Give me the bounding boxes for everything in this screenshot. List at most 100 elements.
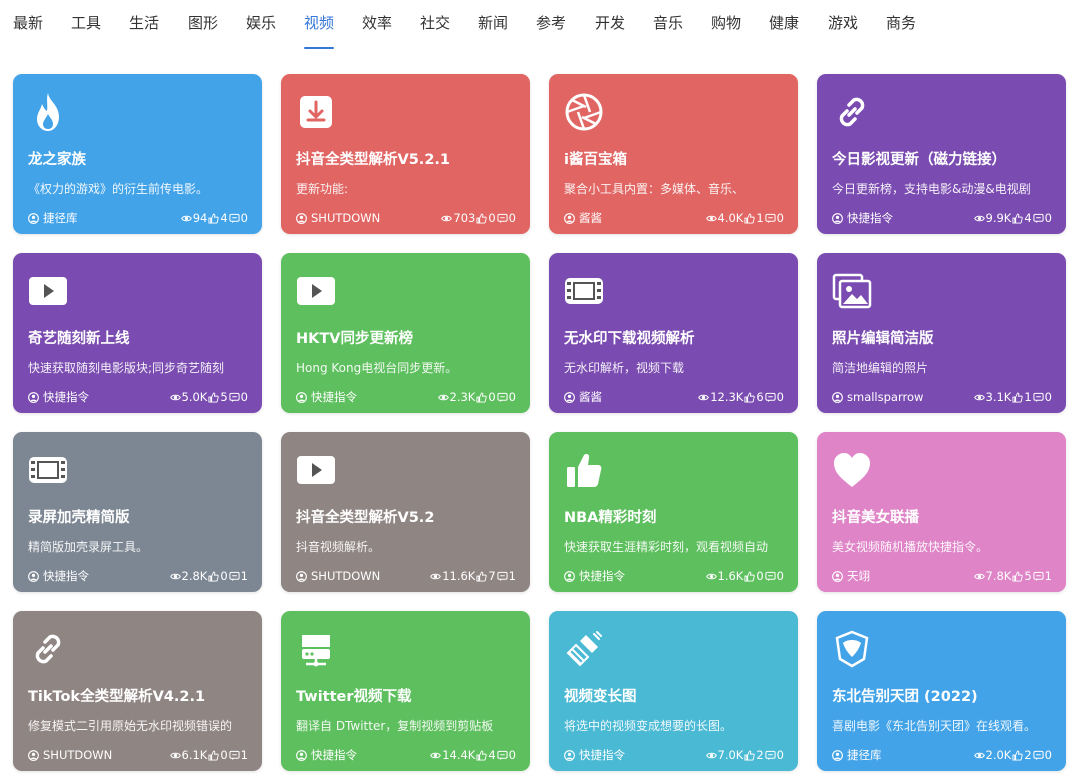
card-stats: 5.0K 5 0	[169, 390, 248, 404]
shortcut-card[interactable]: i酱百宝箱 聚合小工具内置：多媒体、音乐、 酱酱 4.0K 1 0	[549, 74, 798, 234]
author-name: SHUTDOWN	[311, 211, 381, 225]
card-author[interactable]: SHUTDOWN	[296, 211, 441, 225]
card-author[interactable]: 捷径库	[28, 210, 181, 226]
user-icon	[296, 212, 307, 224]
card-author[interactable]: 快捷指令	[28, 389, 170, 405]
eye-icon	[973, 750, 985, 761]
card-title: TikTok全类型解析V4.2.1	[28, 689, 206, 705]
card-title: 录屏加壳精简版	[28, 510, 130, 526]
thumbs-up-icon	[208, 750, 220, 761]
card-author[interactable]: 快捷指令	[296, 389, 438, 405]
shortcut-card[interactable]: 照片编辑简洁版 简洁地编辑的照片 smallsparrow 3.1K 1 0	[817, 253, 1066, 413]
tab-10[interactable]: 开发	[595, 12, 625, 33]
tab-3[interactable]: 图形	[188, 12, 218, 33]
view-count: 14.4K	[442, 748, 476, 762]
shortcut-card[interactable]: NBA精彩时刻 快速获取生涯精彩时刻，观看视频自动 快捷指令 1.6K 0 0	[549, 432, 798, 592]
tab-1[interactable]: 工具	[71, 12, 101, 33]
like-count: 0	[488, 390, 496, 404]
card-stats: 2.8K 0 1	[169, 569, 248, 583]
tab-4[interactable]: 娱乐	[246, 12, 276, 33]
comment-icon	[229, 213, 240, 224]
card-author[interactable]: 快捷指令	[564, 568, 706, 584]
comment-icon	[229, 571, 240, 582]
card-author[interactable]: 快捷指令	[28, 568, 170, 584]
comment-icon	[1033, 750, 1044, 761]
tab-11[interactable]: 音乐	[653, 12, 683, 33]
tab-6[interactable]: 效率	[362, 12, 392, 33]
user-icon	[564, 749, 575, 761]
eye-icon	[169, 571, 181, 582]
card-author[interactable]: 快捷指令	[296, 747, 430, 763]
tab-9[interactable]: 参考	[536, 12, 566, 33]
shortcut-card[interactable]: 奇艺随刻新上线 快速获取随刻电影版块;同步奇艺随刻 快捷指令 5.0K 5 0	[13, 253, 262, 413]
card-title: Twitter视频下载	[296, 689, 412, 705]
user-icon	[296, 749, 307, 761]
tab-8[interactable]: 新闻	[478, 12, 508, 33]
user-icon	[296, 391, 307, 403]
shortcut-card[interactable]: 龙之家族 《权力的游戏》的衍生前传电影。 捷径库 94 4 0	[13, 74, 262, 234]
card-title: HKTV同步更新榜	[296, 331, 413, 347]
user-icon	[28, 749, 39, 761]
author-name: 快捷指令	[43, 569, 89, 583]
shortcut-card[interactable]: TikTok全类型解析V4.2.1 修复模式二引用原始无水印视频错误的 SHUTDO…	[13, 611, 262, 771]
card-author[interactable]: 捷径库	[832, 747, 974, 763]
comment-count: 1	[1044, 569, 1052, 583]
card-footer: 捷径库 2.0K 2 0	[832, 747, 1052, 763]
tab-14[interactable]: 游戏	[828, 12, 858, 33]
card-description: 简洁地编辑的照片	[832, 361, 929, 375]
thumbs-up-icon	[744, 750, 756, 761]
card-description: 抖音视频解析。	[296, 540, 381, 554]
author-name: 酱酱	[579, 390, 602, 404]
card-footer: SHUTDOWN 11.6K 7 1	[296, 568, 516, 584]
like-count: 6	[756, 390, 764, 404]
like-count: 5	[1024, 569, 1032, 583]
card-author[interactable]: SHUTDOWN	[296, 569, 430, 583]
card-stats: 4.0K 1 0	[705, 211, 784, 225]
tab-0[interactable]: 最新	[13, 12, 43, 33]
active-tab-indicator	[304, 47, 334, 49]
user-icon	[832, 391, 843, 403]
user-icon	[832, 212, 843, 224]
shortcut-card[interactable]: 录屏加壳精简版 精简版加壳录屏工具。 快捷指令 2.8K 0 1	[13, 432, 262, 592]
play-icon	[295, 449, 337, 491]
view-count: 7.0K	[717, 748, 744, 762]
heart-icon	[831, 449, 873, 491]
shortcut-card[interactable]: 今日影视更新（磁力链接） 今日更新榜，支持电影&动漫&电视剧 快捷指令 9.9K 4 0	[817, 74, 1066, 234]
card-title: i酱百宝箱	[564, 152, 627, 168]
card-author[interactable]: 酱酱	[564, 389, 698, 405]
tab-2[interactable]: 生活	[129, 12, 159, 33]
card-footer: smallsparrow 3.1K 1 0	[832, 389, 1052, 405]
card-author[interactable]: 快捷指令	[832, 210, 974, 226]
tab-5[interactable]: 视频	[304, 12, 334, 33]
shortcut-card[interactable]: 视频变长图 将选中的视频变成想要的长图。 快捷指令 7.0K 2 0	[549, 611, 798, 771]
user-icon	[296, 570, 307, 582]
card-author[interactable]: SHUTDOWN	[28, 748, 170, 762]
shortcut-card[interactable]: HKTV同步更新榜 Hong Kong电视台同步更新。 快捷指令 2.3K 0 0	[281, 253, 530, 413]
tab-12[interactable]: 购物	[711, 12, 741, 33]
tab-7[interactable]: 社交	[420, 12, 450, 33]
view-count: 2.3K	[449, 390, 476, 404]
eye-icon	[169, 750, 181, 761]
shortcut-card[interactable]: 东北告别天团 (2022) 喜剧电影《东北告别天团》在线观看。 捷径库 2.0K 2 0	[817, 611, 1066, 771]
shortcut-card[interactable]: Twitter视频下载 翻译自 DTwitter，复制视频到剪贴板 快捷指令 14.4…	[281, 611, 530, 771]
thumbs-up-icon	[1012, 571, 1024, 582]
eye-icon	[973, 213, 985, 224]
tab-15[interactable]: 商务	[886, 12, 916, 33]
tab-13[interactable]: 健康	[769, 12, 799, 33]
author-name: 快捷指令	[311, 390, 357, 404]
shortcut-card[interactable]: 抖音全类型解析V5.2.1 更新功能: SHUTDOWN 703 0 0	[281, 74, 530, 234]
thumbs-up-icon	[744, 213, 756, 224]
like-count: 4	[220, 211, 228, 225]
category-tabs: 最新 工具 生活 图形 娱乐 视频 效率 社交 新闻 参考 开发 音乐 购物 健康 游戏 商务	[0, 0, 1080, 52]
card-author[interactable]: 天翊	[832, 568, 974, 584]
card-author[interactable]: smallsparrow	[832, 390, 974, 404]
card-author[interactable]: 快捷指令	[564, 747, 706, 763]
card-description: Hong Kong电视台同步更新。	[296, 361, 458, 375]
eye-icon	[973, 571, 985, 582]
shortcut-card[interactable]: 抖音美女联播 美女视频随机播放快捷指令。 天翊 7.8K 5 1	[817, 432, 1066, 592]
thumbs-up-icon	[1012, 213, 1024, 224]
user-icon	[564, 570, 575, 582]
shortcut-card[interactable]: 抖音全类型解析V5.2 抖音视频解析。 SHUTDOWN 11.6K 7 1	[281, 432, 530, 592]
shortcut-card[interactable]: 无水印下载视频解析 无水印解析，视频下载 酱酱 12.3K 6 0	[549, 253, 798, 413]
card-author[interactable]: 酱酱	[564, 210, 706, 226]
